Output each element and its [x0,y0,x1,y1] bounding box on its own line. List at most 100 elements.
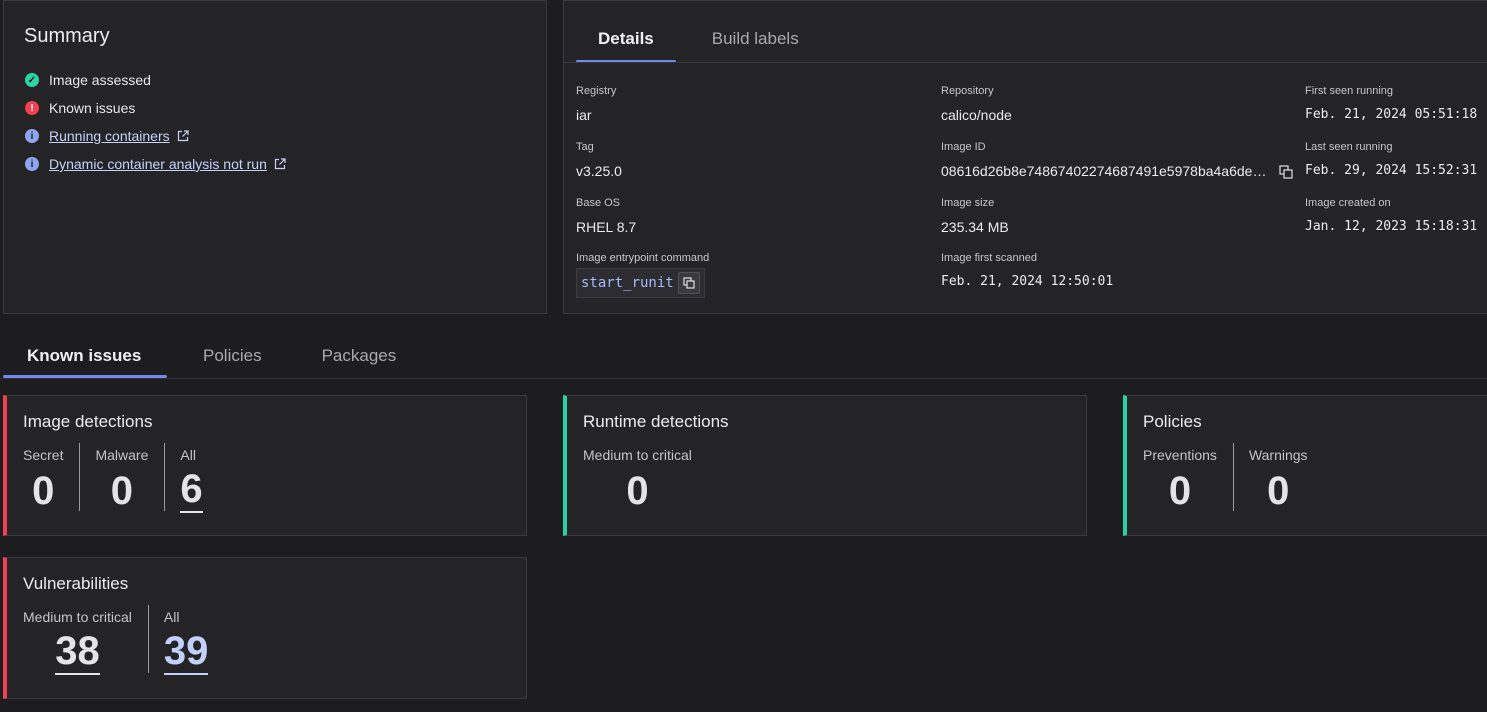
summary-item-dynamic-analysis: i Dynamic container analysis not run [24,150,526,178]
field-value: v3.25.0 [576,163,622,179]
metric-value: 0 [1267,469,1290,513]
summary-item-label: Known issues [49,100,136,116]
field-label: Registry [576,85,617,97]
field-repository: Repository calico/node [941,85,1012,123]
copy-image-id-button[interactable] [1276,163,1296,181]
known-issues-tabs: Known issues Policies Packages [3,332,420,378]
details-tabs: Details Build labels [576,15,821,63]
field-image-size: Image size 235.34 MB [941,197,1009,235]
field-value: calico/node [941,107,1012,123]
field-label: Repository [941,85,994,97]
card-title: Vulnerabilities [23,574,129,593]
exclamation-circle-icon: ! [25,101,39,115]
copy-entrypoint-button[interactable] [677,271,700,294]
metric-value-link[interactable]: 38 [55,631,100,675]
metric-preventions: Preventions 0 [1143,447,1233,513]
tab-details[interactable]: Details [576,15,676,63]
summary-item-running-containers: i Running containers [24,122,526,150]
field-first-seen: First seen running Feb. 21, 2024 05:51:1… [1305,85,1477,122]
policies-card: Policies Preventions 0 Warnings 0 [1123,395,1487,536]
card-title: Image detections [23,412,153,431]
metric-label: Malware [95,447,149,463]
metric-all: All 39 [147,605,225,675]
field-value: Jan. 12, 2023 15:18:31 [1305,219,1478,234]
field-entrypoint: Image entrypoint command start_runit [576,252,709,298]
field-value: 08616d26b8e74867402274687491e5978ba4a6de… [941,163,1296,181]
image-id-value: 08616d26b8e74867402274687491e5978ba4a6de… [941,163,1267,179]
metric-malware: Malware 0 [79,443,164,513]
field-first-scanned: Image first scanned Feb. 21, 2024 12:50:… [941,252,1113,289]
entrypoint-code: start_runit [576,268,705,298]
metric-label: Warnings [1248,447,1308,463]
field-label: Image size [941,197,995,209]
image-detections-card: Image detections Secret 0 Malware 0 All … [3,395,527,536]
metric-value-link[interactable]: 6 [180,469,203,513]
field-label: Image entrypoint command [576,252,710,264]
field-label: Image first scanned [941,252,1037,264]
tab-policies[interactable]: Policies [167,332,286,378]
vulnerabilities-card: Vulnerabilities Medium to critical 38 Al… [3,557,527,699]
card-title: Policies [1143,412,1202,431]
tabs-divider [0,378,1487,379]
metric-secret: Secret 0 [23,447,79,513]
copy-icon [1279,165,1293,179]
details-panel: Details Build labels Registry iar Tag v3… [563,0,1487,314]
field-last-seen: Last seen running Feb. 29, 2024 15:52:31 [1305,141,1477,178]
dynamic-analysis-link[interactable]: Dynamic container analysis not run [49,156,267,172]
info-circle-icon: i [25,157,39,171]
field-label: Image ID [941,141,986,153]
check-circle-icon: ✓ [25,73,39,87]
details-divider [564,62,1487,63]
running-containers-link[interactable]: Running containers [49,128,170,144]
info-circle-icon: i [25,129,39,143]
summary-title: Summary [24,25,110,47]
summary-panel: Summary ✓ Image assessed ! Known issues … [3,0,547,314]
summary-item-known-issues: ! Known issues [24,94,526,122]
field-label: Base OS [576,197,621,209]
field-tag: Tag v3.25.0 [576,141,622,179]
runtime-detections-card: Runtime detections Medium to critical 0 [563,395,1087,536]
metric-medium-to-critical: Medium to critical 0 [583,447,708,513]
field-value: Feb. 21, 2024 12:50:01 [941,274,1114,289]
tab-packages[interactable]: Packages [286,332,421,378]
card-title: Runtime detections [583,412,729,431]
field-created-on: Image created on Jan. 12, 2023 15:18:31 [1305,197,1477,234]
metrics-row: Secret 0 Malware 0 All 6 [23,443,510,513]
metric-label: All [163,609,180,625]
copy-icon [683,276,695,289]
metrics-row: Medium to critical 38 All 39 [23,605,510,675]
summary-item-label: Image assessed [49,72,151,88]
tab-known-issues[interactable]: Known issues [3,332,167,378]
summary-item-image-assessed: ✓ Image assessed [24,66,526,94]
metrics-row: Medium to critical 0 [583,447,1070,513]
field-value: Feb. 21, 2024 05:51:18 [1305,107,1478,122]
metric-value: 0 [1168,469,1192,513]
metric-medium-to-critical: Medium to critical 38 [23,609,148,675]
metric-value: 0 [110,469,134,513]
metric-label: Medium to critical [23,609,132,625]
field-value: 235.34 MB [941,219,1009,235]
metric-label: Preventions [1143,447,1217,463]
field-label: Tag [576,141,594,153]
metric-warnings: Warnings 0 [1232,443,1324,513]
external-link-icon[interactable] [177,130,189,142]
metric-value-link[interactable]: 39 [163,631,209,675]
field-value: Feb. 29, 2024 15:52:31 [1305,163,1478,178]
field-value: iar [576,107,592,123]
metric-all: All 6 [164,443,218,513]
field-value: RHEL 8.7 [576,219,637,235]
metric-label: All [180,447,196,463]
field-label: Image created on [1305,197,1391,209]
external-link-icon[interactable] [274,158,286,170]
field-registry: Registry iar [576,85,616,123]
metric-label: Medium to critical [583,447,692,463]
metric-value: 0 [32,469,55,513]
field-label: First seen running [1305,85,1394,97]
metrics-row: Preventions 0 Warnings 0 [1143,443,1476,513]
field-base-os: Base OS RHEL 8.7 [576,197,636,235]
metric-value: 0 [626,469,649,513]
entrypoint-value: start_runit [581,274,674,291]
metric-label: Secret [23,447,64,463]
tab-build-labels[interactable]: Build labels [676,15,821,63]
field-image-id: Image ID 08616d26b8e74867402274687491e59… [941,141,1296,181]
